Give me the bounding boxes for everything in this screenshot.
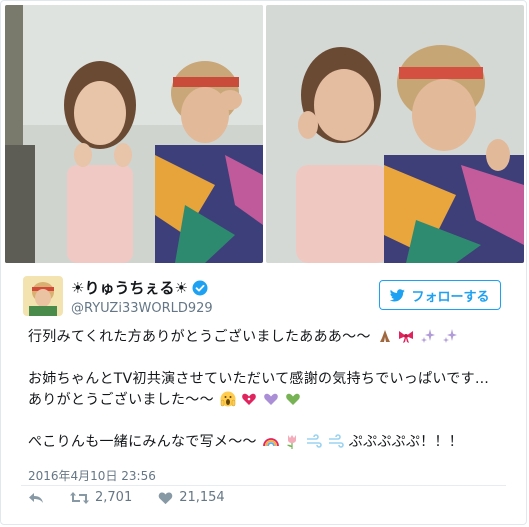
photo-left[interactable]	[5, 5, 263, 263]
user-name-block[interactable]: ☀りゅうちぇる☀ @RYUZi33WORLD929	[71, 277, 213, 316]
sparkling-heart-icon	[242, 393, 257, 405]
tweet-text: 行列みてくれた方ありがとうございましたあああ～～ お姉ちゃんとTV初共演させてい…	[28, 327, 508, 453]
green-heart-icon	[286, 393, 300, 405]
action-bar: 2,701 21,154	[28, 490, 251, 505]
like-count: 21,154	[179, 490, 225, 505]
retweet-count: 2,701	[95, 490, 133, 505]
purple-heart-icon	[264, 393, 279, 405]
twitter-bird-icon	[390, 288, 406, 302]
follow-button[interactable]: フォローする	[379, 280, 501, 310]
retweet-icon	[70, 491, 89, 504]
avatar[interactable]	[23, 276, 63, 316]
tweet-line-4: ぺこりんも一緒にみんなで写メ～～	[28, 434, 257, 450]
tulip-icon	[287, 435, 297, 449]
heart-icon	[158, 491, 173, 504]
tweet-line-2: お姉ちゃんとTV初共演させていただいて感謝の気持ちでいっぱいです…	[28, 371, 490, 387]
tweet-card: ☀りゅうちぇる☀ @RYUZi33WORLD929 フォローする 行列みてくれた…	[0, 0, 527, 525]
display-name[interactable]: ☀りゅうちぇる☀	[71, 277, 188, 298]
screaming-face-icon	[220, 391, 236, 407]
reply-button[interactable]	[28, 491, 44, 505]
tweet-line-3: ありがとうございました～～	[28, 392, 214, 408]
sparkles-icon	[442, 329, 457, 343]
tweet-line-5: ぷぷぷぷぷ！！！	[348, 434, 464, 450]
divider	[21, 485, 506, 486]
retweet-button[interactable]: 2,701	[70, 490, 132, 505]
like-button[interactable]: 21,154	[158, 490, 225, 505]
dash-icon	[328, 434, 344, 448]
user-handle[interactable]: @RYUZi33WORLD929	[71, 301, 213, 316]
photo-grid	[5, 5, 524, 263]
timestamp[interactable]: 2016年4月10日 23:56	[28, 467, 156, 484]
verified-badge-icon	[192, 280, 208, 296]
sparkles-icon	[421, 329, 436, 343]
reply-icon	[29, 492, 43, 503]
follow-button-label: フォローする	[411, 289, 490, 305]
photo-right[interactable]	[266, 5, 524, 263]
tweet-line-1: 行列みてくれた方ありがとうございましたあああ～～	[28, 329, 371, 345]
rainbow-icon	[262, 438, 279, 447]
dash-icon	[307, 434, 322, 448]
ribbon-icon	[399, 331, 414, 343]
praying-hands-icon	[379, 330, 390, 342]
